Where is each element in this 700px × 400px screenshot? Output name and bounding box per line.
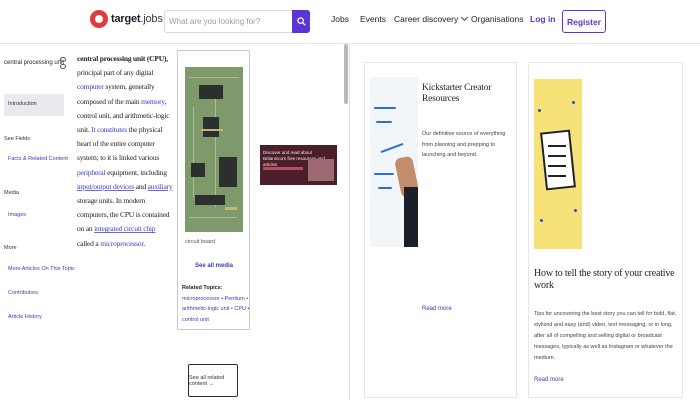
related-topics: Related Topics: microprocessor • Pentium… [182,283,250,325]
image-caption: circuit board [185,239,215,245]
article-scrollbar[interactable] [344,44,348,104]
banner-accent-bar [263,167,303,170]
link-io-devices[interactable]: input/output devices [77,182,134,191]
card-description: Our definitive source of everything from… [422,131,506,158]
sidebar-search-term[interactable]: central processing unit [4,60,64,66]
register-button[interactable]: Register [562,10,606,33]
article-sidebar: central processing unit Introduction See… [0,44,75,400]
top-navigation-bar: target.jobs Jobs Events Career discovery… [0,0,700,44]
promo-banner[interactable]: Discover and read about Britannica's fre… [260,145,337,185]
nav-jobs[interactable]: Jobs [331,14,349,24]
sidebar-toggle-icon[interactable] [60,56,68,72]
sidebar-item-facts[interactable]: Facts & Related Content [8,156,68,162]
sidebar-heading-fields: See Fields [4,136,30,142]
article-text-part: . [143,238,145,248]
link-constitutes[interactable]: It constitutes [91,125,127,134]
link-microprocessor[interactable]: microprocessor [100,239,143,248]
sidebar-item-images[interactable]: Images [8,212,26,218]
site-logo[interactable]: target.jobs [90,10,163,28]
logo-text: target.jobs [111,13,163,25]
story-card[interactable]: How to tell the story of your creative w… [528,62,683,398]
frame-divider [349,44,350,400]
sidebar-heading-more: More [4,245,17,251]
read-more-link[interactable]: Read more [422,306,452,312]
article-text: central processing unit (CPU), principal… [77,52,173,251]
read-more-link[interactable]: Read more [534,377,564,383]
card-description: Tips for uncovering the best story you c… [534,311,677,361]
article-lead: central processing unit (CPU), [77,54,168,63]
article-frame: central processing unit Introduction See… [0,44,350,400]
sidebar-item-more-articles[interactable]: More Articles On This Topic [8,266,75,272]
related-topics-label: Related Topics: [182,285,223,291]
logo-mark-icon [90,10,108,28]
nav-organisations[interactable]: Organisations [471,14,523,24]
search-input[interactable] [165,11,293,32]
sidebar-item-introduction[interactable]: Introduction [4,94,64,116]
logo-suffix: jobs [143,13,163,25]
card-title[interactable]: How to tell the story of your creative w… [534,268,682,292]
article-text-part: principal part of any digital [77,68,154,78]
search-icon [296,17,306,26]
search-button[interactable] [292,10,310,33]
circuit-board-image[interactable] [185,67,243,232]
article-text-part: called a [77,238,101,248]
article-text-part: and [134,181,148,191]
sidebar-heading-media: Media [4,190,19,196]
link-computer[interactable]: computer [77,82,104,91]
illustration-image [534,79,582,249]
article-text-part: equipment, including [105,167,167,177]
card-title[interactable]: Kickstarter Creator Resources [422,83,514,105]
sidebar-item-contributors[interactable]: Contributors [8,290,38,296]
link-peripheral[interactable]: peripheral [77,168,106,177]
login-link[interactable]: Log in [530,14,556,24]
media-card: circuit board See all media Related Topi… [177,50,250,330]
whiteboard-photo [370,77,418,247]
sidebar-item-article-history[interactable]: Article History [8,314,42,320]
link-auxiliary[interactable]: auxiliary [148,182,173,191]
see-all-related-button[interactable]: See all related content → [188,364,238,397]
related-topics-links[interactable]: microprocessor • Pentium • arithmetic-lo… [182,296,249,323]
resource-card[interactable]: Kickstarter Creator Resources Our defini… [364,62,517,398]
see-all-media-link[interactable]: See all media [185,263,243,269]
nav-events[interactable]: Events [360,14,386,24]
link-memory[interactable]: memory [141,97,165,106]
banner-image [308,159,334,181]
link-integrated-circuit[interactable]: integrated circuit chip [94,224,155,233]
nav-career-discovery[interactable]: Career discovery [394,14,467,24]
logo-main: target [111,13,141,25]
sidebar-item-label: Introduction [8,101,37,107]
search-box [164,10,310,33]
